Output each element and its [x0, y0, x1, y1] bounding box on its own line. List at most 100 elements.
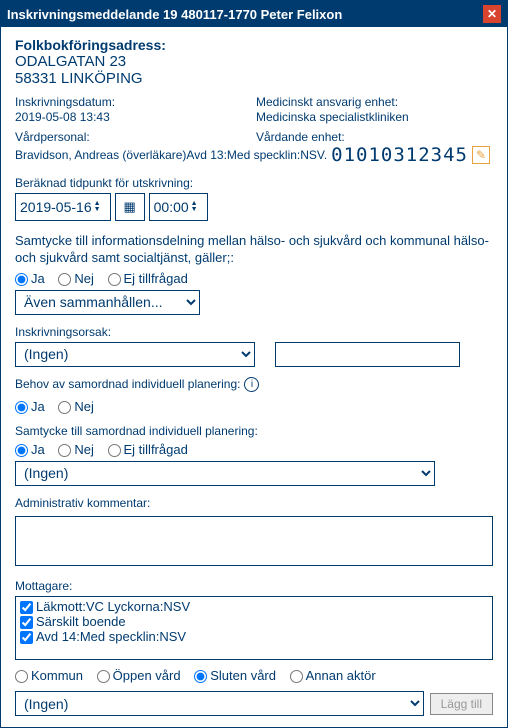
meta-regdate: Inskrivningsdatum: 2019-05-08 13:43	[15, 95, 252, 124]
calendar-button[interactable]: ▦	[115, 193, 145, 221]
staff-ward-phone-row: Bravidson, Andreas (överläkare) Avd 13:M…	[15, 144, 493, 166]
origin-sluten[interactable]: Sluten vård	[194, 668, 276, 683]
origin-add-row: (Ingen) Lägg till	[15, 691, 493, 716]
phone-number: 01010312345	[331, 144, 468, 166]
meta-row-2: Vårdpersonal: Vårdande enhet: Bravidson,…	[15, 130, 493, 166]
recipient-text: Avd 14:Med specklin:NSV	[36, 629, 186, 644]
consent1-nej[interactable]: Nej	[58, 271, 94, 286]
reason-freetext-input[interactable]	[275, 342, 460, 367]
reason-label: Inskrivningsorsak:	[15, 325, 493, 339]
consent2-label: Samtycke till samordnad individuell plan…	[15, 424, 493, 438]
discharge-date-value: 2019-05-16	[20, 199, 92, 215]
consent1-scope-select[interactable]: Även sammanhållen...	[15, 290, 200, 315]
close-icon: ✕	[487, 7, 497, 21]
origin-annan-label: Annan aktör	[306, 668, 376, 683]
origin-select[interactable]: (Ingen)	[15, 691, 424, 716]
sip-ja[interactable]: Ja	[15, 399, 45, 414]
origin-annan-radio[interactable]	[290, 670, 303, 683]
consent2-radios: Ja Nej Ej tillfrågad	[15, 442, 493, 457]
recipient-item[interactable]: Avd 14:Med specklin:NSV	[20, 629, 488, 644]
regdate-label: Inskrivningsdatum:	[15, 95, 252, 109]
meta-medunit: Medicinskt ansvarig enhet: Medicinska sp…	[256, 95, 493, 124]
dialog-window: Inskrivningsmeddelande 19 480117-1770 Pe…	[0, 0, 508, 728]
staff-value: Bravidson, Andreas (överläkare)	[15, 148, 186, 162]
edit-phone-button[interactable]: ✎	[472, 146, 490, 164]
staff-label: Vårdpersonal:	[15, 130, 252, 144]
wardunit-value: Avd 13:Med specklin:NSV.	[186, 148, 327, 162]
planned-discharge-row: 2019-05-16 ▲ ▼ ▦ 00:00 ▲ ▼	[15, 193, 493, 221]
origin-oppen[interactable]: Öppen vård	[97, 668, 181, 683]
recipient-checkbox[interactable]	[20, 616, 33, 629]
address-line-2: 58331 LINKÖPING	[15, 70, 493, 87]
add-recipient-button[interactable]: Lägg till	[430, 693, 493, 715]
origin-annan[interactable]: Annan aktör	[290, 668, 376, 683]
sip-radios: Ja Nej	[15, 399, 493, 414]
discharge-time-input[interactable]: 00:00 ▲ ▼	[149, 193, 208, 221]
consent1-nej-label: Nej	[74, 271, 94, 286]
date-spinner[interactable]: ▲ ▼	[94, 201, 106, 213]
chevron-down-icon: ▼	[94, 207, 106, 213]
consent2-ja-label: Ja	[31, 442, 45, 457]
reason-select[interactable]: (Ingen)	[15, 342, 255, 367]
recipient-checkbox[interactable]	[20, 601, 33, 614]
sip-info-button[interactable]: i	[244, 377, 259, 392]
address-heading: Folkbokföringsadress:	[15, 37, 493, 53]
staff-col: Vårdpersonal:	[15, 130, 252, 144]
medunit-label: Medicinskt ansvarig enhet:	[256, 95, 493, 109]
consent2-ja-radio[interactable]	[15, 444, 28, 457]
sip-nej-label: Nej	[74, 399, 94, 414]
consent1-text: Samtycke till informationsdelning mellan…	[15, 233, 493, 267]
calendar-icon: ▦	[123, 199, 135, 215]
consent2-ja[interactable]: Ja	[15, 442, 45, 457]
consent2-ej[interactable]: Ej tillfrågad	[108, 442, 188, 457]
admin-comment-label: Administrativ kommentar:	[15, 496, 493, 510]
medunit-value: Medicinska specialistkliniken	[256, 110, 493, 124]
reason-row: (Ingen)	[15, 342, 493, 367]
meta-row-1: Inskrivningsdatum: 2019-05-08 13:43 Medi…	[15, 95, 493, 124]
recipient-item[interactable]: Särskilt boende	[20, 614, 488, 629]
consent2-nej[interactable]: Nej	[58, 442, 94, 457]
consent1-radios: Ja Nej Ej tillfrågad	[15, 271, 493, 286]
consent2-ej-radio[interactable]	[108, 444, 121, 457]
sip-ja-radio[interactable]	[15, 401, 28, 414]
consent2-select[interactable]: (Ingen)	[15, 461, 435, 486]
close-button[interactable]: ✕	[483, 5, 501, 23]
origin-kommun-radio[interactable]	[15, 670, 28, 683]
consent1-nej-radio[interactable]	[58, 273, 71, 286]
origin-sluten-radio[interactable]	[194, 670, 207, 683]
discharge-time-value: 00:00	[154, 199, 189, 215]
consent1-ej-radio[interactable]	[108, 273, 121, 286]
planned-discharge-label: Beräknad tidpunkt för utskrivning:	[15, 176, 493, 190]
origin-sluten-label: Sluten vård	[210, 668, 276, 683]
dialog-content: Folkbokföringsadress: ODALGATAN 23 58331…	[1, 27, 507, 727]
chevron-down-icon: ▼	[191, 207, 203, 213]
pencil-icon: ✎	[476, 148, 486, 162]
origin-oppen-radio[interactable]	[97, 670, 110, 683]
consent1-ej-label: Ej tillfrågad	[124, 271, 188, 286]
consent1-ej[interactable]: Ej tillfrågad	[108, 271, 188, 286]
recipient-text: Särskilt boende	[36, 614, 126, 629]
origin-kommun[interactable]: Kommun	[15, 668, 83, 683]
admin-comment-textarea[interactable]	[15, 516, 493, 566]
sip-label: Behov av samordnad individuell planering…	[15, 377, 240, 391]
recipient-checkbox[interactable]	[20, 631, 33, 644]
consent2-nej-radio[interactable]	[58, 444, 71, 457]
titlebar: Inskrivningsmeddelande 19 480117-1770 Pe…	[1, 1, 507, 27]
recipient-text: Läkmott:VC Lyckorna:NSV	[36, 599, 190, 614]
recipients-label: Mottagare:	[15, 579, 493, 593]
origin-oppen-label: Öppen vård	[113, 668, 181, 683]
wardunit-col: Vårdande enhet:	[256, 130, 493, 144]
sip-block: Behov av samordnad individuell planering…	[15, 377, 259, 392]
consent1-ja-radio[interactable]	[15, 273, 28, 286]
consent2-ej-label: Ej tillfrågad	[124, 442, 188, 457]
recipient-item[interactable]: Läkmott:VC Lyckorna:NSV	[20, 599, 488, 614]
time-spinner[interactable]: ▲ ▼	[191, 201, 203, 213]
consent1-ja[interactable]: Ja	[15, 271, 45, 286]
discharge-date-input[interactable]: 2019-05-16 ▲ ▼	[15, 193, 111, 221]
wardunit-label: Vårdande enhet:	[256, 130, 493, 144]
address-line-1: ODALGATAN 23	[15, 53, 493, 70]
info-icon: i	[251, 379, 253, 390]
recipients-list[interactable]: Läkmott:VC Lyckorna:NSV Särskilt boende …	[15, 596, 493, 660]
sip-nej[interactable]: Nej	[58, 399, 94, 414]
sip-nej-radio[interactable]	[58, 401, 71, 414]
